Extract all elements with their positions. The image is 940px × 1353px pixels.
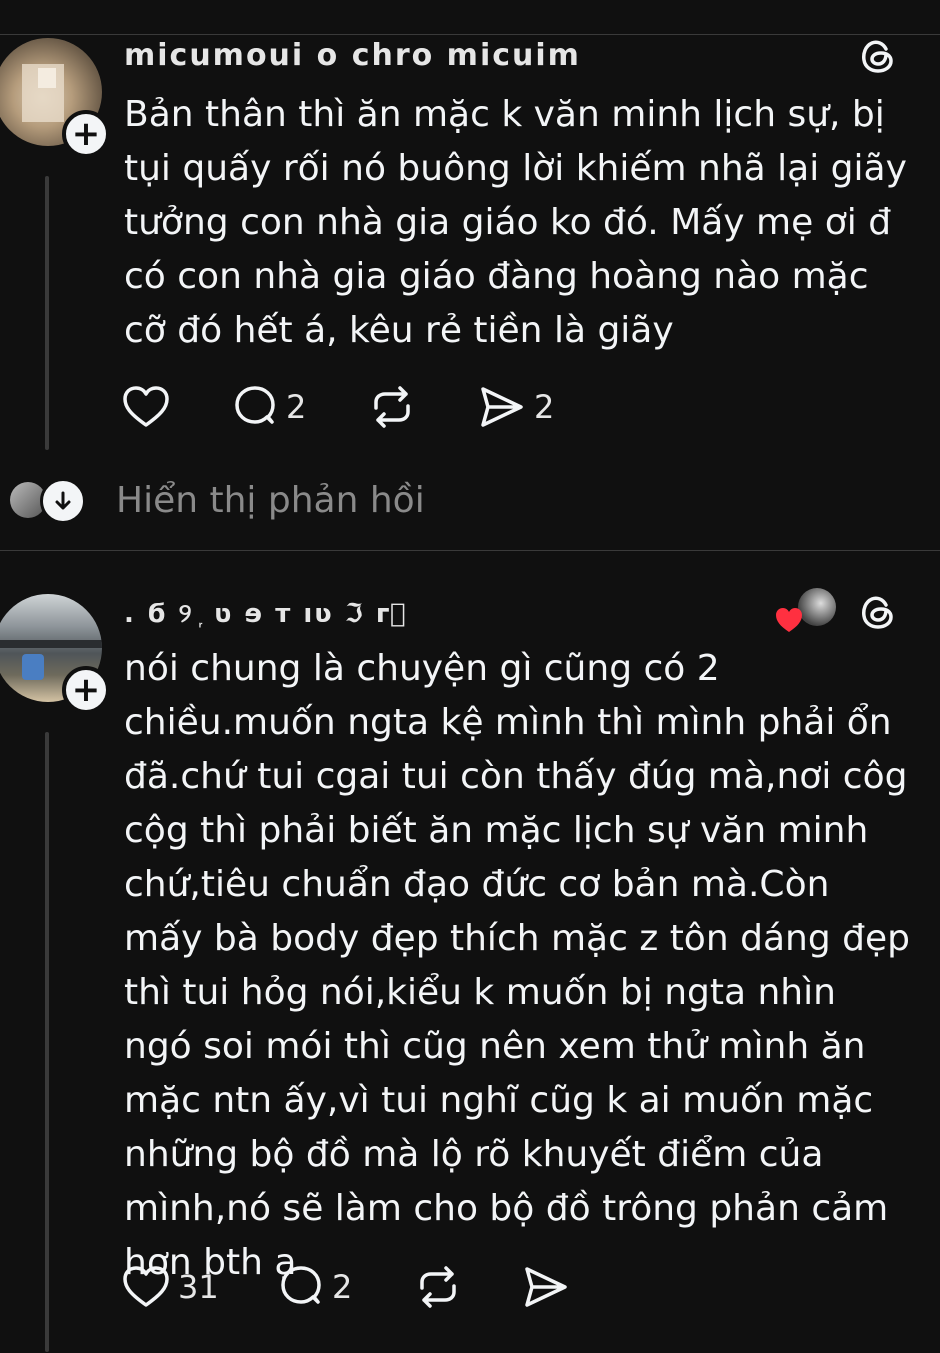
heart-icon: [123, 386, 169, 427]
comment-icon: [235, 386, 275, 424]
arrow-down-icon: [40, 478, 86, 524]
share-button[interactable]: [522, 1262, 578, 1312]
like-button[interactable]: [122, 382, 178, 432]
post-divider: [0, 550, 940, 551]
follow-plus-icon[interactable]: +: [62, 666, 110, 714]
share-icon: [481, 387, 523, 427]
thread-line: [45, 176, 49, 450]
repost-button[interactable]: [414, 1262, 462, 1312]
repost-icon: [420, 1266, 456, 1308]
share-button[interactable]: 2: [478, 382, 554, 432]
reply-button[interactable]: 2: [278, 1262, 352, 1312]
show-replies-button[interactable]: Hiển thị phản hồi: [0, 478, 500, 524]
like-count: 31: [178, 1268, 219, 1306]
thread-line: [45, 732, 49, 1352]
share-icon: [525, 1267, 567, 1307]
heart-icon: [776, 608, 802, 632]
repost-button[interactable]: [368, 382, 416, 432]
username[interactable]: micumoui o chro micuim: [124, 38, 581, 73]
like-button[interactable]: 31: [122, 1262, 219, 1312]
heart-icon: [123, 1266, 169, 1307]
threads-logo-icon[interactable]: [858, 36, 898, 76]
reply-count: 2: [332, 1268, 353, 1306]
action-bar: 2 2: [122, 382, 622, 432]
follow-plus-icon[interactable]: +: [62, 110, 110, 158]
reply-count: 2: [286, 388, 307, 426]
username[interactable]: . ϭ ୨ ᷊ ט ɘ ᴛ ıʋ ℑ ᴦ⃝: [124, 598, 408, 630]
repost-icon: [374, 386, 410, 428]
share-count: 2: [534, 388, 555, 426]
reply-button[interactable]: 2: [232, 382, 306, 432]
action-bar: 31 2: [122, 1262, 622, 1312]
post-text: nói chung là chuyện gì cũng có 2 chiều.m…: [124, 648, 910, 1283]
comment-icon: [281, 1266, 321, 1304]
liked-by[interactable]: [776, 588, 836, 632]
post-text: Bản thân thì ăn mặc k văn minh lịch sự, …: [124, 94, 907, 351]
show-replies-label: Hiển thị phản hồi: [116, 480, 425, 521]
threads-logo-icon[interactable]: [858, 592, 898, 632]
top-divider: [0, 34, 940, 35]
